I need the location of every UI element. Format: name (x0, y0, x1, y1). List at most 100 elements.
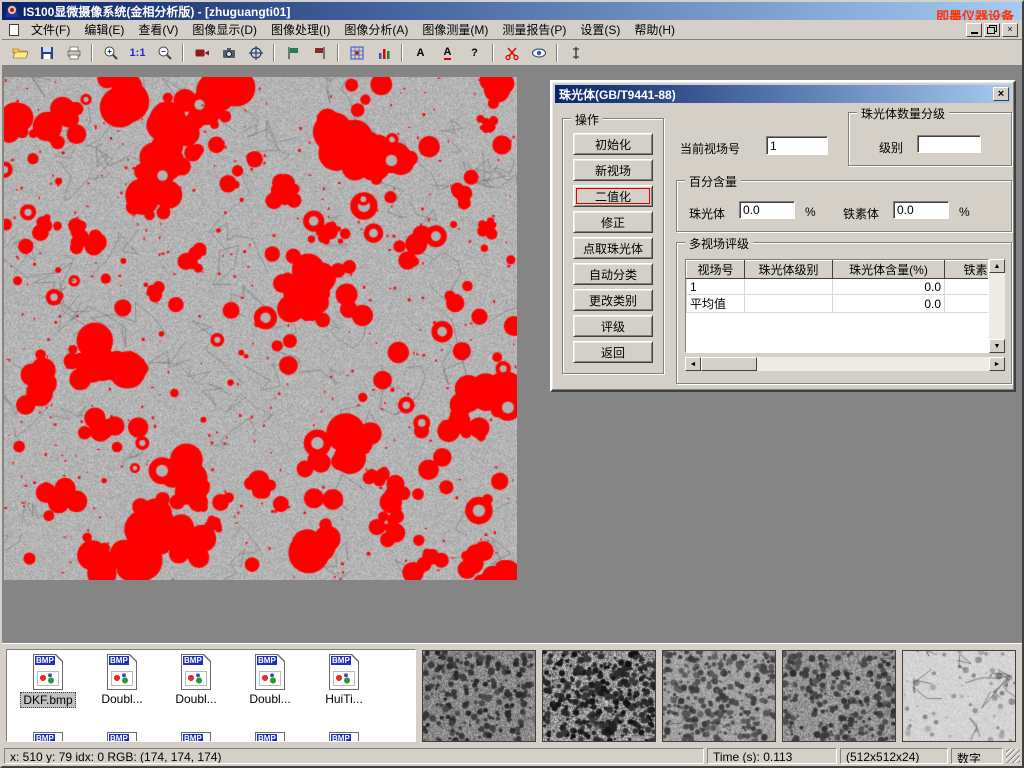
table-header-pearlite-content[interactable]: 珠光体含量(%) (833, 261, 945, 279)
file-name[interactable]: Doubl... (247, 692, 292, 706)
table-header-field-no[interactable]: 视场号 (687, 261, 745, 279)
cell-content: 0.0 (833, 279, 945, 295)
file-item-partial[interactable]: BMP (311, 732, 377, 742)
scroll-right-button[interactable]: ► (989, 357, 1005, 371)
thumbnail-art (333, 671, 355, 686)
ferrite-percent-input[interactable] (893, 201, 949, 219)
operation-button-correct[interactable]: 修正 (573, 211, 653, 233)
menu-item-image-processing[interactable]: 图像处理(I) (264, 19, 337, 40)
restore-icon (987, 25, 997, 34)
file-name[interactable]: Doubl... (173, 692, 218, 706)
camera-button[interactable] (216, 42, 241, 64)
menu-item-settings[interactable]: 设置(S) (573, 19, 627, 40)
table-vertical-scrollbar[interactable]: ▲ ▼ (989, 259, 1005, 353)
camera-icon (221, 45, 237, 61)
operation-button-auto-classify[interactable]: 自动分类 (573, 263, 653, 285)
pearlite-percent-sign: % (805, 205, 816, 219)
operation-button-new-field[interactable]: 新视场 (573, 159, 653, 181)
current-field-input[interactable] (766, 136, 828, 155)
annotate-button[interactable]: A (435, 42, 460, 64)
specimen-image[interactable] (4, 77, 517, 580)
menu-item-image-analysis[interactable]: 图像分析(A) (337, 19, 415, 40)
page-fold (278, 654, 285, 661)
menu-item-file[interactable]: 文件(F) (24, 19, 77, 40)
cut-button[interactable] (499, 42, 524, 64)
bmp-file-icon: BMP (329, 732, 359, 742)
file-name[interactable]: HuiTi... (323, 692, 365, 706)
file-name[interactable]: DKF.bmp (20, 692, 75, 708)
operation-button-binarize[interactable]: 二值化 (573, 185, 653, 207)
file-item[interactable]: BMP DKF.bmp (15, 654, 81, 708)
operation-button-initialize[interactable]: 初始化 (573, 133, 653, 155)
scroll-left-button[interactable]: ◄ (685, 357, 701, 371)
bmp-file-icon: BMP (255, 654, 285, 690)
gallery-thumbnail[interactable] (782, 650, 896, 742)
text-tool-button[interactable]: A (408, 42, 433, 64)
grid-measure-button[interactable] (344, 42, 369, 64)
table-row[interactable]: 1 0.0 (687, 279, 990, 295)
zoom-out-button[interactable] (152, 42, 177, 64)
operation-button-grade[interactable]: 评级 (573, 315, 653, 337)
operation-button-pick-pearlite[interactable]: 点取珠光体 (573, 237, 653, 259)
table-header-pearlite-grade[interactable]: 珠光体级别 (745, 261, 833, 279)
help-icon: ? (471, 47, 478, 59)
scroll-down-button[interactable]: ▼ (989, 339, 1005, 353)
file-item-partial[interactable]: BMP (15, 732, 81, 742)
cell-field-no: 平均值 (687, 295, 745, 313)
gallery-thumbnail[interactable] (662, 650, 776, 742)
grade-input[interactable] (917, 135, 981, 153)
workspace: 珠光体(GB/T9441-88) × 操作 初始化 新视场 二值化 修正 点取珠… (2, 66, 1022, 643)
file-item[interactable]: BMP Doubl... (89, 654, 155, 706)
file-item-partial[interactable]: BMP (163, 732, 229, 742)
child-close-button[interactable]: × (1002, 23, 1018, 37)
table-row[interactable]: 平均值 0.0 (687, 295, 990, 313)
file-item[interactable]: BMP Doubl... (163, 654, 229, 706)
dialog-title-bar: 珠光体(GB/T9441-88) × (555, 85, 1011, 103)
measure-flag2-button[interactable] (307, 42, 332, 64)
operation-button-change-class[interactable]: 更改类别 (573, 289, 653, 311)
operation-button-return[interactable]: 返回 (573, 341, 653, 363)
child-minimize-button[interactable] (966, 23, 982, 37)
save-button[interactable] (34, 42, 59, 64)
gallery-thumbnail[interactable] (422, 650, 536, 742)
menu-item-image-measure[interactable]: 图像测量(M) (415, 19, 495, 40)
scrollbar-thumb[interactable] (701, 357, 757, 371)
file-item[interactable]: BMP Doubl... (237, 654, 303, 706)
help-button[interactable]: ? (462, 42, 487, 64)
child-restore-button[interactable] (984, 23, 1000, 37)
gallery-thumbnail[interactable] (902, 650, 1016, 742)
resize-grip[interactable] (1006, 749, 1020, 763)
bmp-badge: BMP (109, 656, 129, 665)
target-button[interactable] (243, 42, 268, 64)
actual-size-button[interactable]: 1:1 (125, 42, 150, 64)
file-item-partial[interactable]: BMP (89, 732, 155, 742)
histogram-button[interactable] (371, 42, 396, 64)
scroll-up-button[interactable]: ▲ (989, 259, 1005, 273)
zoom-in-button[interactable] (98, 42, 123, 64)
print-button[interactable] (61, 42, 86, 64)
pearlite-percent-input[interactable] (739, 201, 795, 219)
open-button[interactable] (7, 42, 32, 64)
dialog-close-button[interactable]: × (993, 87, 1009, 101)
dialog-title: 珠光体(GB/T9441-88) (559, 86, 676, 103)
file-name[interactable]: Doubl... (99, 692, 144, 706)
capture-button[interactable] (189, 42, 214, 64)
table-header-ferrite[interactable]: 铁素 (945, 261, 990, 279)
scrollbar-track[interactable] (757, 357, 989, 371)
menu-item-edit[interactable]: 编辑(E) (77, 19, 131, 40)
scissors-icon (504, 45, 520, 61)
table-horizontal-scrollbar[interactable]: ◄ ► (685, 357, 1005, 371)
measure-flag-button[interactable] (280, 42, 305, 64)
menu-item-view[interactable]: 查看(V) (131, 19, 185, 40)
menu-item-measure-report[interactable]: 测量报告(P) (495, 19, 573, 40)
percent-group-label: 百分含量 (685, 173, 741, 190)
menu-item-help[interactable]: 帮助(H) (627, 19, 682, 40)
menu-item-image-display[interactable]: 图像显示(D) (185, 19, 264, 40)
cell-extra (945, 279, 990, 295)
child-window-icon[interactable] (6, 23, 22, 37)
file-item-partial[interactable]: BMP (237, 732, 303, 742)
file-item[interactable]: BMP HuiTi... (311, 654, 377, 706)
gallery-thumbnail[interactable] (542, 650, 656, 742)
eye-button[interactable] (526, 42, 551, 64)
caliper-button[interactable] (563, 42, 588, 64)
